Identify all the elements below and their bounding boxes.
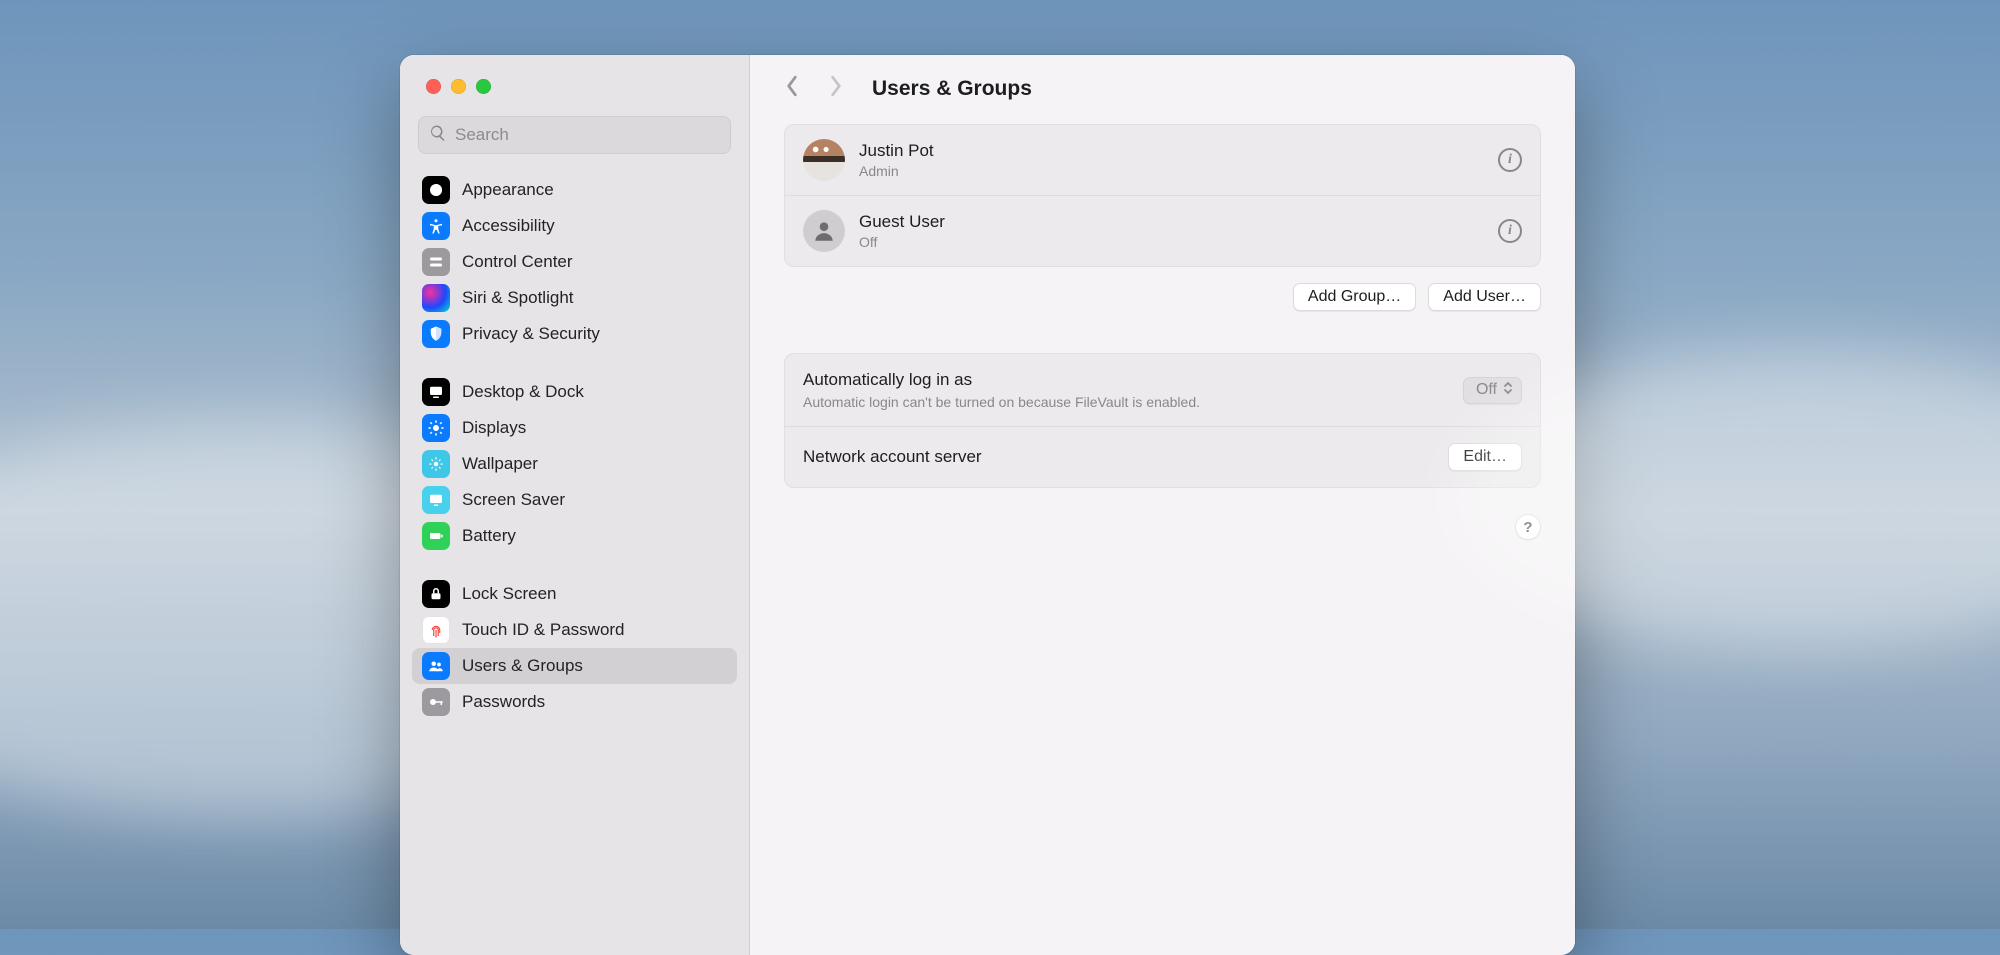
sidebar: Appearance Accessibility Control Center … — [400, 55, 750, 955]
close-window-button[interactable] — [426, 79, 441, 94]
user-avatar — [803, 139, 845, 181]
user-name: Guest User — [859, 212, 945, 232]
auto-login-select[interactable]: Off — [1463, 377, 1522, 404]
sidebar-item-label: Displays — [462, 418, 526, 438]
sidebar-item-screen-saver[interactable]: Screen Saver — [412, 482, 737, 518]
user-avatar — [803, 210, 845, 252]
sidebar-item-desktop-dock[interactable]: Desktop & Dock — [412, 374, 737, 410]
auto-login-value: Off — [1476, 381, 1497, 399]
sidebar-item-displays[interactable]: Displays — [412, 410, 737, 446]
sidebar-item-label: Siri & Spotlight — [462, 288, 574, 308]
battery-icon — [422, 522, 450, 550]
minimize-window-button[interactable] — [451, 79, 466, 94]
sidebar-item-label: Privacy & Security — [462, 324, 600, 344]
sidebar-item-battery[interactable]: Battery — [412, 518, 737, 554]
key-icon — [422, 688, 450, 716]
displays-icon — [422, 414, 450, 442]
sidebar-item-label: Battery — [462, 526, 516, 546]
auto-login-row: Automatically log in as Automatic login … — [785, 354, 1540, 426]
sidebar-item-wallpaper[interactable]: Wallpaper — [412, 446, 737, 482]
sidebar-item-label: Screen Saver — [462, 490, 565, 510]
edit-network-server-button[interactable]: Edit… — [1448, 443, 1522, 471]
content-pane: Users & Groups Justin Pot Admin i Guest … — [750, 55, 1575, 955]
sidebar-item-control-center[interactable]: Control Center — [412, 244, 737, 280]
network-account-server-row: Network account server Edit… — [785, 426, 1540, 487]
network-account-server-title: Network account server — [803, 447, 982, 467]
desktop-dock-icon — [422, 378, 450, 406]
sidebar-item-privacy-security[interactable]: Privacy & Security — [412, 316, 737, 352]
sidebar-item-label: Control Center — [462, 252, 573, 272]
sidebar-item-label: Accessibility — [462, 216, 555, 236]
fingerprint-icon — [422, 616, 450, 644]
sidebar-item-lock-screen[interactable]: Lock Screen — [412, 576, 737, 612]
control-center-icon — [422, 248, 450, 276]
screen-saver-icon — [422, 486, 450, 514]
sidebar-item-passwords[interactable]: Passwords — [412, 684, 737, 720]
user-row[interactable]: Justin Pot Admin i — [785, 125, 1540, 195]
add-buttons-row: Add Group… Add User… — [784, 283, 1541, 311]
privacy-icon — [422, 320, 450, 348]
user-row[interactable]: Guest User Off i — [785, 195, 1540, 266]
content-header: Users & Groups — [784, 75, 1541, 102]
sidebar-item-users-groups[interactable]: Users & Groups — [412, 648, 737, 684]
user-role: Off — [859, 234, 945, 250]
sidebar-item-label: Users & Groups — [462, 656, 583, 676]
sidebar-list: Appearance Accessibility Control Center … — [400, 168, 749, 746]
auto-login-note: Automatic login can't be turned on becau… — [803, 394, 1200, 410]
auto-login-title: Automatically log in as — [803, 370, 1200, 390]
search-input[interactable] — [455, 125, 720, 145]
login-settings-panel: Automatically log in as Automatic login … — [784, 353, 1541, 488]
add-group-button[interactable]: Add Group… — [1293, 283, 1416, 311]
zoom-window-button[interactable] — [476, 79, 491, 94]
user-name: Justin Pot — [859, 141, 934, 161]
user-info-button[interactable]: i — [1498, 219, 1522, 243]
accessibility-icon — [422, 212, 450, 240]
users-panel: Justin Pot Admin i Guest User Off i — [784, 124, 1541, 267]
sidebar-item-label: Touch ID & Password — [462, 620, 625, 640]
help-button[interactable]: ? — [1515, 514, 1541, 540]
sidebar-item-label: Wallpaper — [462, 454, 538, 474]
sidebar-item-label: Lock Screen — [462, 584, 557, 604]
page-title: Users & Groups — [872, 77, 1032, 101]
system-settings-window: Appearance Accessibility Control Center … — [400, 55, 1575, 955]
nav-forward-button[interactable] — [828, 75, 844, 102]
add-user-button[interactable]: Add User… — [1428, 283, 1541, 311]
search-field[interactable] — [418, 116, 731, 154]
lock-icon — [422, 580, 450, 608]
sidebar-item-label: Desktop & Dock — [462, 382, 584, 402]
sidebar-item-appearance[interactable]: Appearance — [412, 172, 737, 208]
sidebar-item-label: Appearance — [462, 180, 554, 200]
window-controls — [400, 79, 749, 116]
up-down-icon — [1503, 381, 1513, 400]
sidebar-item-accessibility[interactable]: Accessibility — [412, 208, 737, 244]
wallpaper-icon — [422, 450, 450, 478]
sidebar-item-touch-id[interactable]: Touch ID & Password — [412, 612, 737, 648]
nav-back-button[interactable] — [784, 75, 800, 102]
sidebar-item-siri-spotlight[interactable]: Siri & Spotlight — [412, 280, 737, 316]
user-role: Admin — [859, 163, 934, 179]
search-icon — [429, 124, 447, 147]
appearance-icon — [422, 176, 450, 204]
siri-icon — [422, 284, 450, 312]
user-info-button[interactable]: i — [1498, 148, 1522, 172]
users-icon — [422, 652, 450, 680]
sidebar-item-label: Passwords — [462, 692, 545, 712]
